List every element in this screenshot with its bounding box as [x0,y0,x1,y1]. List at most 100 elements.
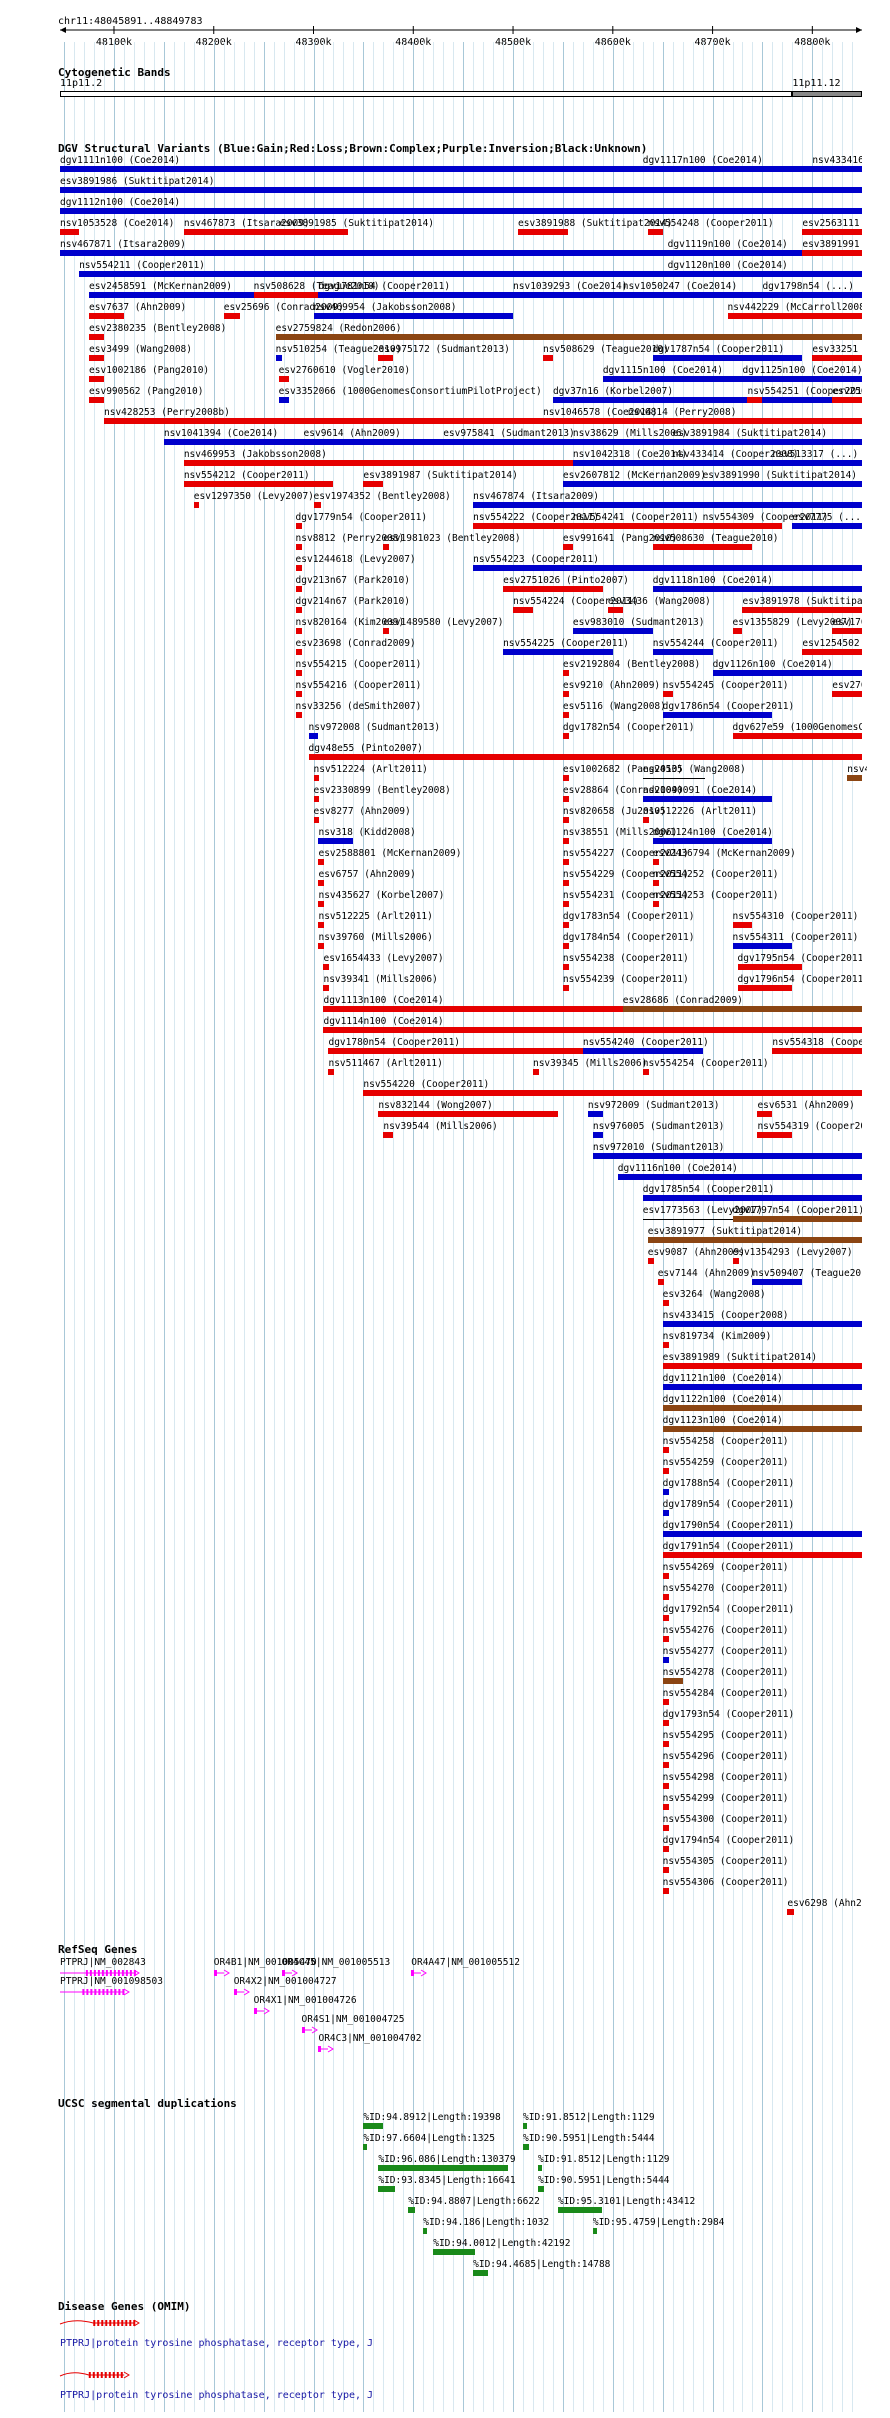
dgv-variant-loss[interactable] [657,1279,664,1285]
dgv-variant-gain[interactable] [742,376,862,382]
refseq-gene-model[interactable] [213,1968,232,1978]
dgv-variant-loss[interactable] [323,1027,862,1033]
dgv-variant-loss[interactable] [662,1888,669,1894]
dgv-variant-loss[interactable] [662,1573,669,1579]
dgv-variant-gain[interactable] [667,271,862,277]
dgv-variant-loss[interactable] [279,229,349,235]
dgv-variant-gain[interactable] [473,565,862,571]
dgv-variant-loss[interactable] [562,817,569,823]
dgv-variant-loss[interactable] [757,1111,773,1117]
dgv-variant-gain[interactable] [318,292,514,298]
dgv-variant-complex[interactable] [662,1405,862,1411]
dgv-variant-loss[interactable] [89,313,124,319]
dgv-variant-loss[interactable] [295,712,302,718]
dgv-variant-loss[interactable] [295,523,302,529]
dgv-variant-loss[interactable] [318,922,325,928]
dgv-variant-loss[interactable] [318,859,325,865]
dgv-variant-loss[interactable] [562,901,569,907]
dgv-variant-unknown[interactable] [642,1219,735,1220]
dgv-variant-loss[interactable] [662,1300,669,1306]
dgv-variant-gain[interactable] [318,838,354,844]
dgv-variant-loss[interactable] [647,229,663,235]
dgv-variant-loss[interactable] [662,1720,669,1726]
dgv-variant-loss[interactable] [662,1636,669,1642]
dgv-variant-gain[interactable] [89,292,254,298]
refseq-gene-model[interactable] [233,1987,252,1997]
dgv-variant-gain[interactable] [587,1111,603,1117]
dgv-variant-loss[interactable] [278,376,289,382]
segdup-bar[interactable] [592,2228,597,2234]
segdup-bar[interactable] [363,2144,368,2150]
dgv-variant-gain[interactable] [572,439,673,445]
dgv-variant-loss[interactable] [662,1615,669,1621]
dgv-variant-loss[interactable] [383,544,390,550]
dgv-variant-loss[interactable] [802,229,862,235]
dgv-variant-loss[interactable] [328,1069,335,1075]
dgv-variant-loss[interactable] [295,649,302,655]
dgv-variant-gain[interactable] [503,649,613,655]
dgv-variant-loss[interactable] [542,355,553,361]
dgv-variant-gain[interactable] [592,1153,862,1159]
dgv-variant-loss[interactable] [562,775,569,781]
dgv-variant-loss[interactable] [562,985,569,991]
segdup-bar[interactable] [537,2186,544,2192]
dgv-variant-loss[interactable] [737,964,803,970]
dgv-variant-loss[interactable] [562,859,569,865]
dgv-variant-loss[interactable] [562,796,569,802]
dgv-variant-loss[interactable] [295,691,302,697]
dgv-variant-gain[interactable] [473,502,862,508]
cytoband[interactable] [60,91,793,97]
dgv-variant-gain[interactable] [672,460,773,466]
dgv-variant-gain[interactable] [812,166,862,172]
refseq-gene-model[interactable] [318,2044,336,2054]
dgv-variant-loss[interactable] [562,670,569,676]
segdup-bar[interactable] [433,2249,476,2255]
dgv-variant-gain[interactable] [60,250,668,256]
dgv-variant-loss[interactable] [562,691,569,697]
segdup-bar[interactable] [537,2165,542,2171]
segdup-bar[interactable] [557,2207,602,2213]
dgv-variant-loss[interactable] [223,313,240,319]
dgv-variant-loss[interactable] [662,1594,669,1600]
dgv-variant-gain[interactable] [652,355,803,361]
dgv-variant-loss[interactable] [642,817,649,823]
dgv-variant-loss[interactable] [627,418,862,424]
dgv-variant-gain[interactable] [662,1321,862,1327]
disease-gene-link[interactable]: PTPRJ|protein tyrosine phosphatase, rece… [60,2338,373,2349]
dgv-variant-gain[interactable] [572,460,673,466]
dgv-variant-complex[interactable] [847,775,862,781]
dgv-variant-loss[interactable] [562,733,569,739]
dgv-variant-gain[interactable] [79,271,668,277]
dgv-variant-loss[interactable] [60,229,80,235]
dgv-variant-loss[interactable] [313,796,320,802]
dgv-variant-gain[interactable] [622,292,763,298]
dgv-variant-gain[interactable] [652,838,773,844]
cytoband[interactable] [792,91,862,97]
dgv-variant-loss[interactable] [323,985,330,991]
dgv-variant-complex[interactable] [732,1216,862,1222]
dgv-variant-gain[interactable] [672,439,862,445]
dgv-variant-loss[interactable] [662,1342,669,1348]
dgv-variant-loss[interactable] [732,733,862,739]
dgv-variant-gain[interactable] [702,481,862,487]
dgv-variant-loss[interactable] [562,880,569,886]
segdup-bar[interactable] [378,2186,396,2192]
dgv-variant-loss[interactable] [363,481,384,487]
dgv-variant-loss[interactable] [532,1069,539,1075]
dgv-variant-gain[interactable] [562,481,703,487]
dgv-variant-loss[interactable] [513,607,533,613]
dgv-variant-loss[interactable] [323,1006,623,1012]
dgv-variant-loss[interactable] [295,544,302,550]
dgv-variant-loss[interactable] [183,481,334,487]
dgv-variant-loss[interactable] [662,1447,669,1453]
dgv-variant-loss[interactable] [732,1258,739,1264]
dgv-variant-loss[interactable] [662,1552,862,1558]
dgv-variant-gain[interactable] [652,586,862,592]
dgv-variant-loss[interactable] [662,691,673,697]
dgv-variant-loss[interactable] [642,1069,649,1075]
dgv-variant-loss[interactable] [193,502,199,508]
dgv-variant-loss[interactable] [607,607,623,613]
dgv-variant-loss[interactable] [378,1111,558,1117]
dgv-variant-gain[interactable] [303,439,444,445]
dgv-variant-loss[interactable] [562,838,569,844]
